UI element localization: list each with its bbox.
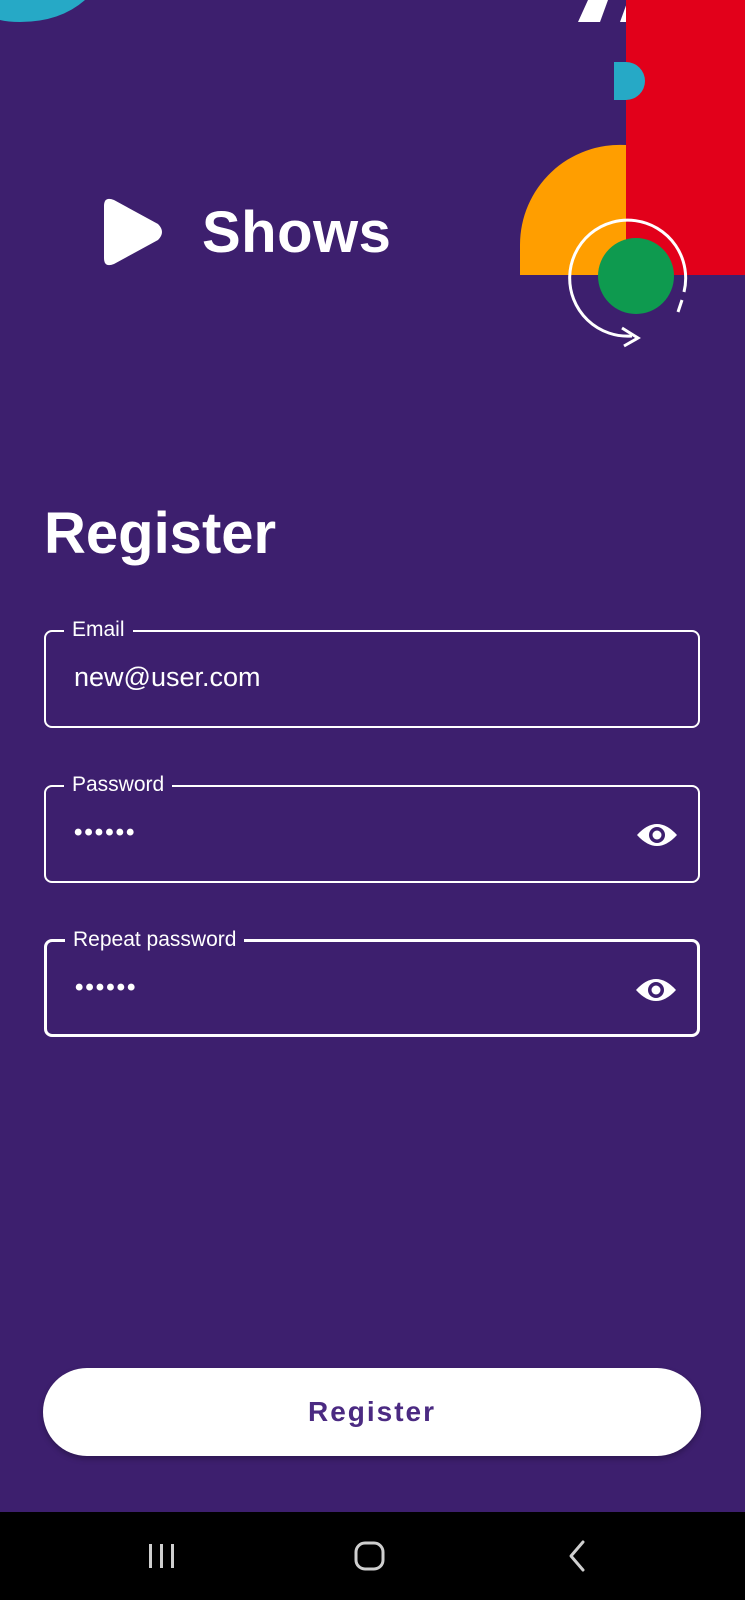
email-value: new@user.com xyxy=(74,662,261,692)
home-icon[interactable] xyxy=(345,1532,395,1580)
register-button[interactable]: Register xyxy=(43,1368,701,1456)
email-field[interactable]: Email new@user.com xyxy=(44,617,700,728)
page-title: Register xyxy=(44,501,277,566)
repeat-password-label: Repeat password xyxy=(65,927,245,953)
password-value: •••••• xyxy=(74,819,137,846)
app-logo: Shows xyxy=(100,192,400,272)
password-label: Password xyxy=(64,772,173,798)
email-label: Email xyxy=(64,617,133,643)
eye-icon[interactable] xyxy=(635,972,677,1008)
register-screen: Shows Register Email new@user.com Passwo… xyxy=(0,0,745,1512)
repeat-password-field[interactable]: Repeat password •••••• xyxy=(44,927,700,1037)
password-field[interactable]: Password •••••• xyxy=(44,772,700,883)
back-icon[interactable] xyxy=(553,1532,603,1580)
recents-icon[interactable] xyxy=(137,1532,187,1580)
repeat-password-value: •••••• xyxy=(75,974,138,1001)
app-name: Shows xyxy=(202,199,392,265)
decorative-shapes xyxy=(520,0,745,348)
decorative-teal-arc xyxy=(0,0,85,22)
system-navigation-bar xyxy=(0,1512,745,1600)
eye-icon[interactable] xyxy=(636,817,678,853)
play-icon xyxy=(104,198,162,266)
